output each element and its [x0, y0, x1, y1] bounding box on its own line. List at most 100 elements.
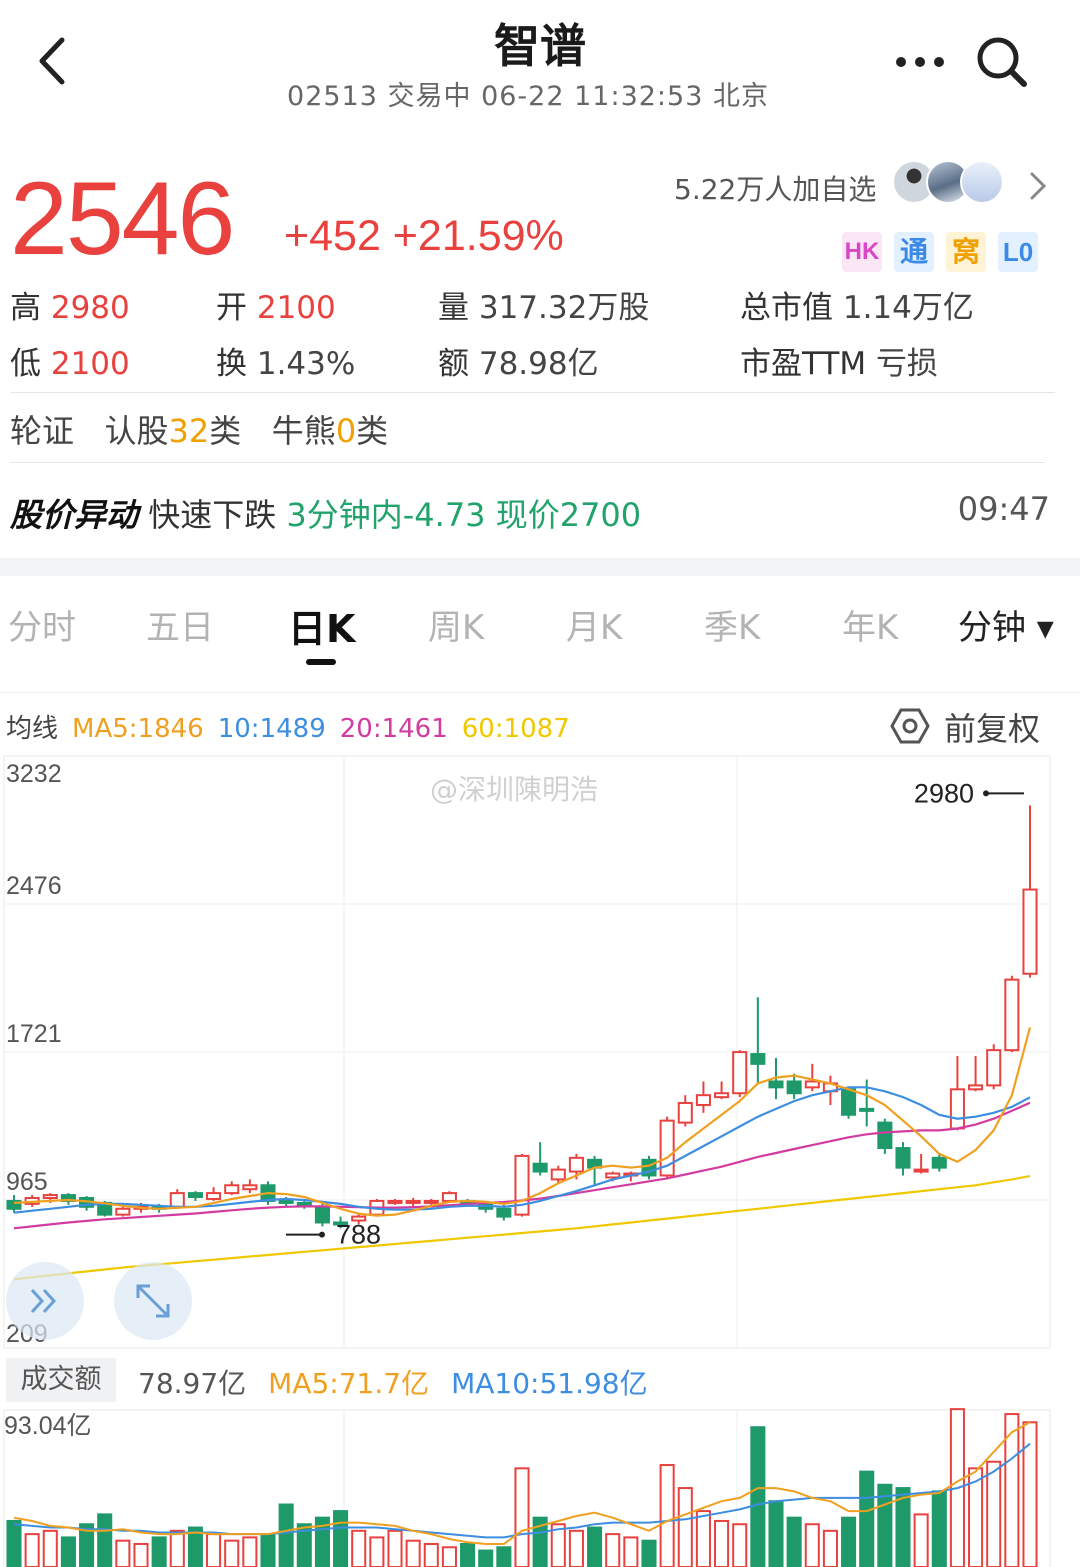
- candle-body: [732, 1051, 748, 1095]
- volume-bar: [441, 1546, 457, 1567]
- volume-bar: [841, 1516, 857, 1567]
- volume-bar: [623, 1536, 639, 1567]
- candle-body: [169, 1192, 185, 1208]
- volume-bar: [496, 1546, 512, 1567]
- stock-subtitle: 02513 交易中 06-22 11:32:53 北京: [287, 81, 769, 112]
- volume-bar: [405, 1539, 421, 1567]
- expand-left-button[interactable]: [6, 1262, 84, 1340]
- volume-bar: [169, 1529, 185, 1567]
- volume-bar: [587, 1526, 603, 1567]
- candle-body: [695, 1094, 711, 1106]
- volume-bar: [351, 1529, 367, 1567]
- nest-badge: 窝: [946, 232, 986, 272]
- high-marker-label: 2980: [914, 778, 974, 808]
- y-tick-label: 965: [6, 1168, 48, 1196]
- fullscreen-button[interactable]: [114, 1262, 192, 1340]
- tab-quarterly-k[interactable]: 季K: [704, 600, 760, 649]
- level-badge: L0: [998, 232, 1038, 272]
- settings-hex-icon[interactable]: [890, 706, 930, 746]
- volume-bar: [859, 1470, 875, 1567]
- volume-bar: [333, 1510, 349, 1567]
- volume-bar: [387, 1529, 403, 1567]
- hk-badge: HK: [842, 232, 882, 272]
- candle-body: [804, 1080, 820, 1089]
- volume-ymax-label: 93.04亿: [4, 1412, 92, 1440]
- divider: [0, 692, 1080, 693]
- tab-weekly-k[interactable]: 周K: [428, 600, 484, 649]
- volume-bar: [659, 1464, 675, 1567]
- volume-bar: [115, 1539, 131, 1567]
- current-price: 2546: [10, 161, 235, 277]
- stat-volume: 量 317.32万股: [438, 290, 650, 326]
- volume-bar: [804, 1523, 820, 1567]
- ma-legend: 均线 MA5:1846 10:1489 20:1461 60:1087: [6, 714, 570, 744]
- volume-bar: [605, 1533, 621, 1567]
- candle-body: [1022, 888, 1038, 975]
- volume-chart[interactable]: 93.04亿: [0, 1408, 1080, 1567]
- volume-bar: [931, 1490, 947, 1567]
- volume-bar: [369, 1536, 385, 1567]
- low-marker-dot: [319, 1231, 325, 1238]
- candle-body: [278, 1199, 294, 1204]
- volume-bar: [133, 1542, 149, 1567]
- double-chevron-icon: [30, 1288, 57, 1314]
- volume-bar: [478, 1549, 494, 1567]
- connect-badge: 通: [894, 232, 934, 272]
- stat-market-cap: 总市值 1.14万亿: [740, 290, 974, 326]
- watermark: @深圳陳明浩: [430, 773, 599, 806]
- stat-open: 开 2100: [216, 290, 336, 326]
- candle-body: [768, 1080, 784, 1089]
- stat-turnover: 换 1.43%: [216, 346, 356, 382]
- candle-body: [714, 1092, 730, 1099]
- tab-monthly-k[interactable]: 月K: [566, 600, 622, 649]
- volume-legend: 78.97亿 MA5:71.7亿 MA10:51.98亿: [138, 1367, 648, 1400]
- y-tick-label: 1721: [6, 1020, 62, 1048]
- volume-bar: [768, 1500, 784, 1567]
- candle-body: [913, 1168, 929, 1173]
- avatar: [960, 160, 1004, 204]
- turnover-tag[interactable]: 成交额: [6, 1358, 116, 1402]
- volume-bar: [42, 1529, 58, 1567]
- search-icon[interactable]: [974, 34, 1030, 90]
- candle-body: [895, 1147, 911, 1169]
- volume-bar: [732, 1523, 748, 1567]
- divider: [10, 392, 1055, 393]
- tab-intraday[interactable]: 分时: [8, 600, 76, 649]
- candle-body: [986, 1049, 1002, 1087]
- low-marker-label: 788: [336, 1220, 381, 1250]
- volume-bar: [206, 1533, 222, 1567]
- tab-daily-k[interactable]: 日K: [288, 598, 355, 653]
- volume-bar: [460, 1542, 476, 1567]
- volume-bar: [242, 1536, 258, 1567]
- volume-bar: [6, 1519, 22, 1567]
- candle-body: [968, 1084, 984, 1091]
- candle-body: [441, 1192, 457, 1202]
- stat-amount: 额 78.98亿: [438, 346, 599, 382]
- candle-body: [296, 1201, 312, 1206]
- followers-count[interactable]: 5.22万人加自选: [674, 168, 876, 208]
- tab-yearly-k[interactable]: 年K: [842, 600, 898, 649]
- stat-high: 高 2980: [10, 290, 130, 326]
- tab-five-day[interactable]: 五日: [146, 600, 214, 649]
- candle-body: [532, 1162, 548, 1173]
- candle-body: [750, 1053, 766, 1065]
- candle-body: [206, 1192, 222, 1200]
- price-alert[interactable]: 股价异动 快速下跌 3分钟内-4.73 现价2700 09:47: [10, 490, 1050, 536]
- adjust-mode-button[interactable]: 前复权: [944, 704, 1040, 750]
- chevron-right-icon[interactable]: [1026, 170, 1050, 202]
- candle-body: [224, 1184, 240, 1195]
- warrants-row[interactable]: 轮证 认股32类 牛熊0类: [10, 406, 388, 452]
- y-tick-label: 3232: [6, 760, 62, 788]
- candle-body: [841, 1088, 857, 1116]
- tab-minute[interactable]: 分钟 ▾: [958, 600, 1054, 649]
- candle-body: [568, 1156, 584, 1173]
- volume-bar: [641, 1539, 657, 1567]
- more-icon[interactable]: [895, 55, 945, 69]
- volume-bar: [714, 1519, 730, 1567]
- candle-body: [405, 1199, 421, 1204]
- volume-bar: [568, 1529, 584, 1567]
- volume-bar: [60, 1536, 76, 1567]
- candle-body: [314, 1205, 330, 1224]
- volume-bar: [695, 1510, 711, 1567]
- candle-body: [931, 1156, 947, 1169]
